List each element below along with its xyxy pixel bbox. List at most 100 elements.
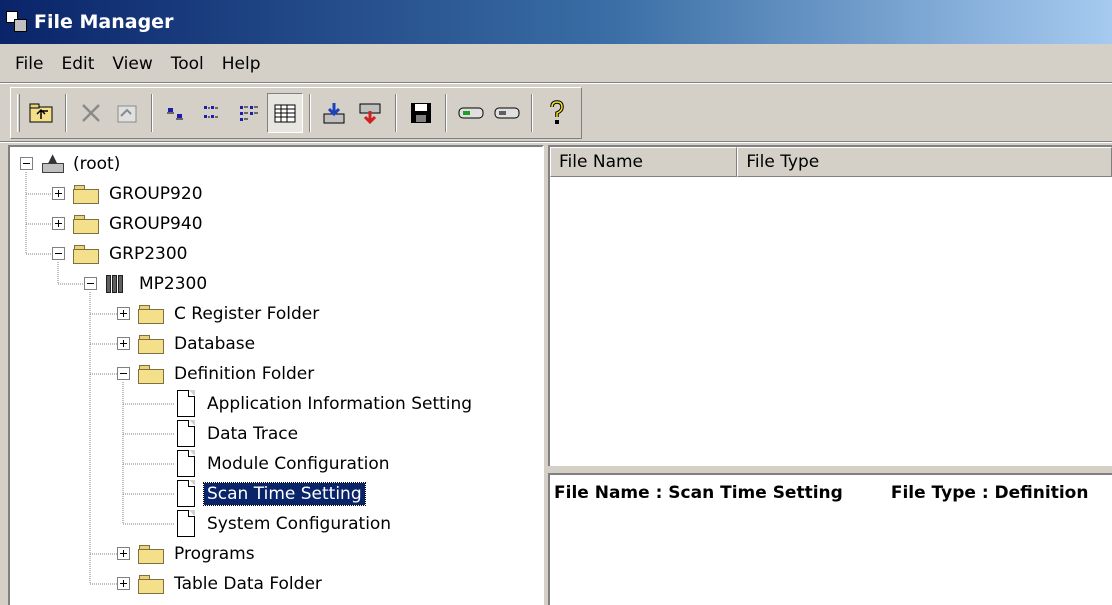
expand-toggle-table-data-folder[interactable] [117,577,130,590]
up-folder-button[interactable] [23,93,59,133]
menu-edit[interactable]: Edit [52,50,103,78]
tree-node-label: C Register Folder [174,304,320,324]
export-button[interactable] [353,93,389,133]
expand-toggle-group920[interactable] [52,187,65,200]
import-button[interactable] [317,93,353,133]
detail-file-type: File Type : Definition [890,483,1089,503]
toolbar-grip[interactable] [17,94,20,132]
tree-node-label: Application Information Setting [207,394,473,414]
online-button[interactable] [453,93,489,133]
collapse-toggle-definition-folder[interactable] [117,367,130,380]
import-icon [323,103,345,124]
menu-divider [0,82,1112,84]
list-view-button[interactable] [231,93,267,133]
large-icons-button[interactable] [159,93,195,133]
export-icon [359,103,381,125]
collapse-toggle-root[interactable] [20,157,33,170]
file-list[interactable]: File Name File Type [548,145,1112,466]
tree-node-label: GROUP920 [109,184,203,204]
pane-splitter[interactable] [548,466,1112,473]
tree-node-label: Data Trace [207,424,299,444]
file-detail-row: File Name : Scan Time Setting File Type :… [554,483,1088,503]
tree-node-root[interactable]: ▲ (root) [40,151,123,177]
column-header-file-name[interactable]: File Name [550,147,738,177]
file-manager-window: File Manager File Edit View Tool Help ▲ … [0,0,1112,605]
toolbar-separator [395,94,397,132]
toolbar-separator [309,94,311,132]
large-icons-icon [167,108,183,120]
collapse-toggle-mp2300[interactable] [84,277,97,290]
save-button[interactable] [403,93,439,133]
toolbar-separator [531,94,533,132]
expand-toggle-c-register-folder[interactable] [117,307,130,320]
tree-node-system-configuration[interactable]: System Configuration [174,509,394,539]
tree-node-label: GRP2300 [109,244,188,264]
menu-file[interactable]: File [6,50,52,78]
tree-node-database[interactable]: Database [137,331,258,357]
tree-node-c-register-folder[interactable]: C Register Folder [137,301,322,327]
tree-node-module-configuration[interactable]: Module Configuration [174,449,393,479]
column-header-file-type[interactable]: File Type [737,147,1112,177]
tree-node-label: System Configuration [207,514,392,534]
expand-toggle-programs[interactable] [117,547,130,560]
menu-tool[interactable]: Tool [162,50,213,78]
tree-node-grp2300[interactable]: GRP2300 [72,241,191,267]
list-view-icon [240,106,258,121]
tree-node-programs[interactable]: Programs [137,541,258,567]
tree-node-label: Module Configuration [207,454,390,474]
document-icon [174,449,198,479]
tree-node-application-information-setting[interactable]: Application Information Setting [174,390,475,417]
folder-icon [137,303,165,325]
root-drive-icon: ▲ [40,151,66,177]
tree-node-group940[interactable]: GROUP940 [72,211,206,237]
tree-node-label: Database [174,334,256,354]
folder-icon [137,333,165,355]
tree-node-group920[interactable]: GROUP920 [72,181,206,207]
tree-node-label: Table Data Folder [174,574,322,594]
document-icon [174,509,198,539]
tree-node-label: Definition Folder [174,364,315,384]
small-icons-button[interactable] [195,93,231,133]
small-icons-icon [204,106,218,118]
menu-view[interactable]: View [103,50,161,78]
tree-node-label: (root) [73,154,121,174]
title-bar[interactable]: File Manager [0,0,1112,44]
tree-node-label: GROUP940 [109,214,203,234]
tree-node-scan-time-setting[interactable]: Scan Time Setting [174,480,366,507]
toolbar [10,87,582,139]
tree-node-mp2300[interactable]: MP2300 [104,271,210,297]
folder-tree[interactable]: ▲ (root) GROUP920 GROUP940 GRP2300 MP2300 C Re… [8,145,544,605]
tree-node-definition-folder[interactable]: Definition Folder [137,361,317,387]
expand-toggle-database[interactable] [117,337,130,350]
details-view-button[interactable] [267,93,303,133]
tree-node-label: Scan Time Setting [203,482,366,506]
details-view-icon [274,104,296,123]
properties-button[interactable] [109,93,145,133]
app-icon [6,11,28,33]
delete-icon [82,104,100,122]
toolbar-separator [151,94,153,132]
offline-button[interactable] [489,93,525,133]
menu-help[interactable]: Help [213,50,270,78]
offline-icon [494,107,520,119]
tree-node-table-data-folder[interactable]: Table Data Folder [137,571,325,597]
properties-icon [117,105,137,123]
save-icon [411,103,431,123]
help-button[interactable] [539,93,575,133]
controller-device-icon [104,273,132,295]
file-list-header: File Name File Type [550,147,1112,177]
folder-icon [72,213,100,235]
toolbar-separator [65,94,67,132]
detail-file-name: File Name : Scan Time Setting [554,483,843,503]
help-icon [550,100,564,124]
folder-icon [72,183,100,205]
online-icon [458,107,484,119]
collapse-toggle-grp2300[interactable] [52,247,65,260]
toolbar-separator [445,94,447,132]
tree-node-data-trace[interactable]: Data Trace [174,420,301,447]
expand-toggle-group940[interactable] [52,217,65,230]
folder-icon [137,573,165,595]
toolbar-divider [0,141,1112,143]
folder-icon [72,243,100,265]
delete-button[interactable] [73,93,109,133]
